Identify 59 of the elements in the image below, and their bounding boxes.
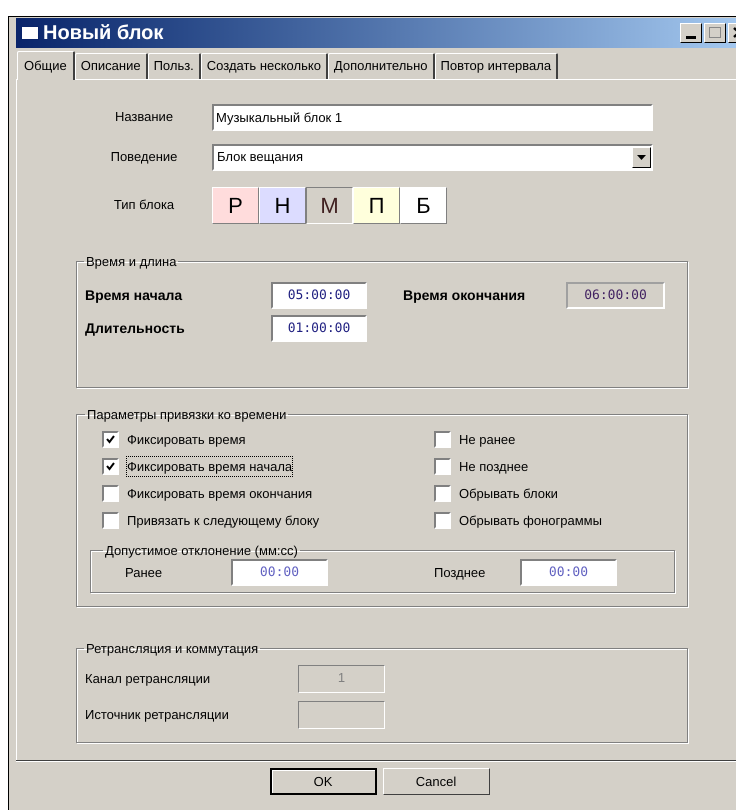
tab[interactable]: Дополнительно — [328, 52, 434, 79]
field-label: Позднее — [434, 564, 486, 582]
tab[interactable]: Польз. — [148, 52, 201, 79]
checkbox-label[interactable]: Фиксировать время начала — [127, 456, 292, 476]
duration-field[interactable]: 01:00:00 — [271, 315, 367, 342]
checkbox-label[interactable]: Не ранее — [459, 430, 516, 450]
group-title: Ретрансляция и коммутация — [85, 640, 260, 658]
group-title: Допустимое отклонение (мм:сс) — [104, 542, 299, 560]
dialog-button[interactable]: OK — [270, 768, 376, 796]
checkbox-label[interactable]: Фиксировать время окончания — [127, 484, 312, 504]
dropdown-button[interactable] — [632, 146, 651, 168]
caret-icon — [637, 154, 646, 160]
behavior-dropdown[interactable]: Блок вещания — [212, 144, 653, 171]
field-label: Время окончания — [403, 286, 526, 306]
name-field[interactable]: Музыкальный блок 1 — [212, 104, 653, 131]
checkbox-label[interactable]: Фиксировать время — [127, 430, 246, 450]
checkbox[interactable] — [102, 431, 119, 448]
start-time-field[interactable]: 05:00:00 — [271, 282, 367, 310]
field-label: Ранее — [125, 564, 164, 582]
field-label: Время начала — [85, 286, 184, 306]
tab[interactable]: Описание — [74, 52, 148, 79]
checkmark-icon — [106, 462, 115, 472]
group-title: Время и длина — [85, 252, 178, 271]
block-type-button[interactable]: П — [353, 186, 400, 224]
group-title: Параметры привязки ко времени — [86, 406, 288, 424]
checkbox[interactable] — [102, 512, 119, 530]
maximize-icon — [709, 27, 721, 38]
dialog-button[interactable]: Cancel — [382, 768, 490, 796]
window-title: Новый блок — [43, 22, 164, 43]
field-label: Название — [114, 108, 174, 126]
later-field[interactable]: 00:00 — [520, 559, 617, 586]
checkbox[interactable] — [434, 485, 451, 502]
field-label: Канал ретрансляции — [85, 670, 212, 688]
field-label: Поведение — [110, 148, 178, 166]
checkbox[interactable] — [102, 458, 119, 476]
checkbox[interactable] — [434, 431, 451, 448]
checkmark-icon — [106, 435, 115, 444]
checkbox[interactable] — [434, 512, 451, 530]
field-label: Длительность — [85, 319, 186, 338]
tab[interactable]: Общие — [17, 50, 75, 80]
checkbox-label[interactable]: Обрывать фонограммы — [459, 510, 602, 530]
minimize-icon — [686, 36, 696, 39]
tab[interactable]: Создать несколько — [200, 52, 328, 79]
checkbox[interactable] — [434, 458, 451, 476]
checkbox-label[interactable]: Не позднее — [459, 456, 528, 476]
checkbox-label[interactable]: Обрывать блоки — [459, 484, 558, 504]
block-type-button[interactable]: Б — [400, 186, 447, 224]
earlier-field[interactable]: 00:00 — [231, 559, 328, 586]
block-type-button[interactable]: Н — [259, 186, 306, 224]
window-icon — [21, 26, 39, 40]
tab[interactable]: Повтор интервала — [434, 52, 558, 79]
checkbox[interactable] — [102, 485, 119, 502]
block-type-button[interactable]: М — [306, 186, 353, 224]
field-label: Тип блока — [112, 196, 176, 214]
maximize-button[interactable] — [704, 22, 726, 43]
checkbox-label[interactable]: Привязать к следующему блоку — [127, 510, 320, 530]
minimize-button[interactable] — [680, 22, 702, 43]
field-label: Источник ретрансляции — [85, 706, 230, 724]
block-type-button[interactable]: Р — [212, 186, 259, 224]
